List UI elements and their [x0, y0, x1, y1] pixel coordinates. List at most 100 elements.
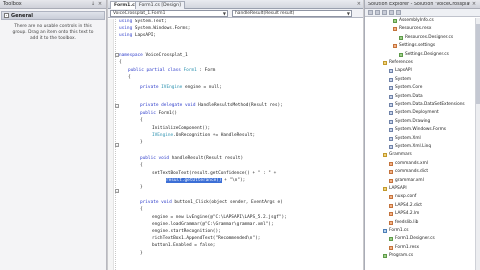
code-line: engine.loadGrammar(@"C:\Grammar\grammar.…: [152, 222, 274, 227]
solution-tree-item[interactable]: Resources.resx: [393, 26, 431, 32]
solution-tree-item[interactable]: grammar.xml: [389, 178, 424, 184]
solution-tree-item[interactable]: LAPS4.2.dict: [389, 203, 422, 209]
close-icon[interactable]: ×: [471, 1, 477, 7]
ref-file-icon: [389, 111, 393, 116]
editor-gutter: [108, 19, 114, 270]
code-area[interactable]: - - - - using System.Text; using System.…: [108, 19, 363, 270]
member-dropdown[interactable]: handleResult(Result result) ▼: [232, 10, 352, 17]
solution-tree-item-label: Form1.resx: [395, 244, 420, 250]
xml-file-icon: [389, 203, 393, 208]
solution-tree-item-label: commands.xml: [395, 160, 428, 166]
xml-file-icon: [389, 195, 393, 200]
solution-tree-item-label: System.Deployment: [395, 110, 439, 116]
solution-tree-item[interactable]: Grammars: [383, 152, 412, 158]
collapse-icon[interactable]: -: [4, 13, 9, 18]
cs-file-icon: [389, 237, 393, 242]
scrollbar-thumb[interactable]: [476, 24, 480, 104]
collapse-icon[interactable]: -: [115, 104, 119, 108]
close-icon[interactable]: ×: [97, 1, 103, 7]
cs-file-icon: [399, 52, 403, 57]
chevron-down-icon: ▼: [222, 11, 226, 16]
solution-tree-item[interactable]: References: [383, 60, 413, 66]
code-line: setTextBoxText(result.getConfidence() + …: [152, 171, 277, 176]
solution-tree-item[interactable]: System.Deployment: [389, 110, 439, 116]
solution-tree-item[interactable]: Form1.Designer.cs: [389, 236, 435, 242]
solution-tree-item[interactable]: nuxp.conf: [389, 194, 416, 200]
collapse-icon[interactable]: -: [115, 143, 119, 147]
solution-tree-item-label: Resources.resx: [399, 26, 432, 32]
show-all-files-icon[interactable]: [375, 10, 380, 15]
solution-tree-item[interactable]: AssemblyInfo.cs: [393, 18, 434, 24]
solution-tree-item[interactable]: Form1.resx: [389, 245, 419, 251]
code-line: }: [140, 185, 143, 190]
solution-tree-item[interactable]: Form1.cs: [383, 228, 409, 234]
cs-file-icon: [393, 19, 397, 23]
solution-tree-item[interactable]: commands.xml: [389, 161, 428, 167]
solution-tree-item[interactable]: Settings.Designer.cs: [399, 52, 449, 58]
solution-tree-item-label: System.Data: [395, 93, 423, 99]
code-line: public Form1(): [140, 111, 178, 116]
code-editor: Form1.cs Form1.cs [Design] × VoiceCrossp…: [108, 0, 363, 270]
view-designer-icon[interactable]: [396, 10, 401, 15]
class-dropdown[interactable]: VoiceCrossplat_1.Form1 ▼: [110, 10, 228, 17]
tab-form1-design[interactable]: Form1.cs [Design]: [135, 1, 185, 9]
solution-tree-item[interactable]: System.Windows.Forms: [389, 127, 446, 133]
toolbox-group-label: General: [11, 12, 33, 19]
solution-tree-item[interactable]: LAPSAPI: [383, 186, 407, 192]
toolbox-empty-message: There are no usable controls in this gro…: [12, 24, 94, 41]
code-line: engine = new LvEngine(@"C:\LAPSAPI\LAPS_…: [152, 215, 287, 220]
solution-tree-item[interactable]: feedslib.lib: [389, 220, 418, 226]
solution-tree-item-label: Settings.settings: [399, 43, 436, 49]
refresh-icon[interactable]: [382, 10, 387, 15]
solution-tree-item[interactable]: Program.cs: [383, 253, 413, 259]
scrollbar[interactable]: [475, 18, 480, 270]
chevron-down-icon: ▼: [346, 11, 350, 16]
code-line: engine.startRecognition();: [152, 229, 221, 234]
solution-tree-item[interactable]: System.Drawing: [389, 119, 430, 125]
cs-file-icon: [399, 35, 403, 40]
solution-tree-item[interactable]: LAPS4.2.lm: [389, 211, 419, 217]
document-tabbar: Form1.cs Form1.cs [Design] ×: [108, 0, 363, 9]
selected-text[interactable]: result.getUtterance(): [166, 178, 222, 183]
close-icon[interactable]: ×: [357, 1, 361, 7]
code-line: private IVEngine engine = null;: [140, 85, 222, 90]
solution-tree-item[interactable]: Resources.Designer.cs: [399, 35, 453, 41]
solution-tree-item-label: System.Windows.Forms: [395, 127, 446, 133]
ref-file-icon: [389, 69, 393, 74]
toolbox-panel: Toolbox ↓ × - General There are no usabl…: [0, 0, 107, 270]
solution-tree-item-label: LapsAPI: [395, 68, 412, 74]
solution-tree-item[interactable]: System.Data: [389, 94, 423, 100]
properties-icon[interactable]: [368, 10, 373, 15]
toolbox-group-general[interactable]: - General: [1, 11, 105, 20]
code-line: result.getUtterance() + "\n");: [166, 178, 246, 183]
xml-file-icon: [389, 212, 393, 217]
solution-tree-item-label: feedslib.lib: [395, 219, 419, 225]
pin-icon[interactable]: ↓: [90, 1, 96, 7]
view-code-icon[interactable]: [389, 10, 394, 15]
solution-tree-item[interactable]: System.Xml: [389, 136, 421, 142]
solution-tree-item-label: System.Xml: [395, 135, 421, 141]
code-line: {: [140, 163, 143, 168]
solution-explorer-toolbar: [365, 9, 480, 17]
solution-tree-item[interactable]: System.Xml.Linq: [389, 144, 431, 150]
code-line: using System.Windows.Forms;: [119, 26, 191, 31]
solution-tree-item[interactable]: Settings.settings: [393, 43, 435, 49]
solution-tree-item[interactable]: System: [389, 77, 411, 83]
folder-file-icon: [383, 61, 387, 65]
code-line: IVEngine.OnRecognition += HandleResult;: [152, 133, 256, 138]
solution-explorer-panel: Solution Explorer - Solution 'VoiceCross…: [364, 0, 480, 270]
solution-tree-item-label: LAPS4.2.lm: [395, 211, 420, 217]
solution-tree-item[interactable]: commands.dict: [389, 169, 428, 175]
solution-tree-item-label: Grammars: [389, 152, 412, 158]
code-line: {: [128, 75, 131, 80]
collapse-icon[interactable]: -: [115, 189, 119, 193]
solution-tree-item[interactable]: System.Core: [389, 85, 422, 91]
solution-tree-item-label: Program.cs: [389, 253, 414, 259]
solution-tree-item-label: System.Drawing: [395, 118, 431, 124]
ref-file-icon: [389, 86, 393, 91]
xml-file-icon: [389, 161, 393, 166]
solution-tree-item[interactable]: LapsAPI: [389, 68, 412, 74]
ref-file-icon: [389, 136, 393, 141]
solution-tree-item[interactable]: System.Data.DataSetExtensions: [389, 102, 465, 108]
code-line: public partial class Form1 : Form: [128, 68, 216, 73]
